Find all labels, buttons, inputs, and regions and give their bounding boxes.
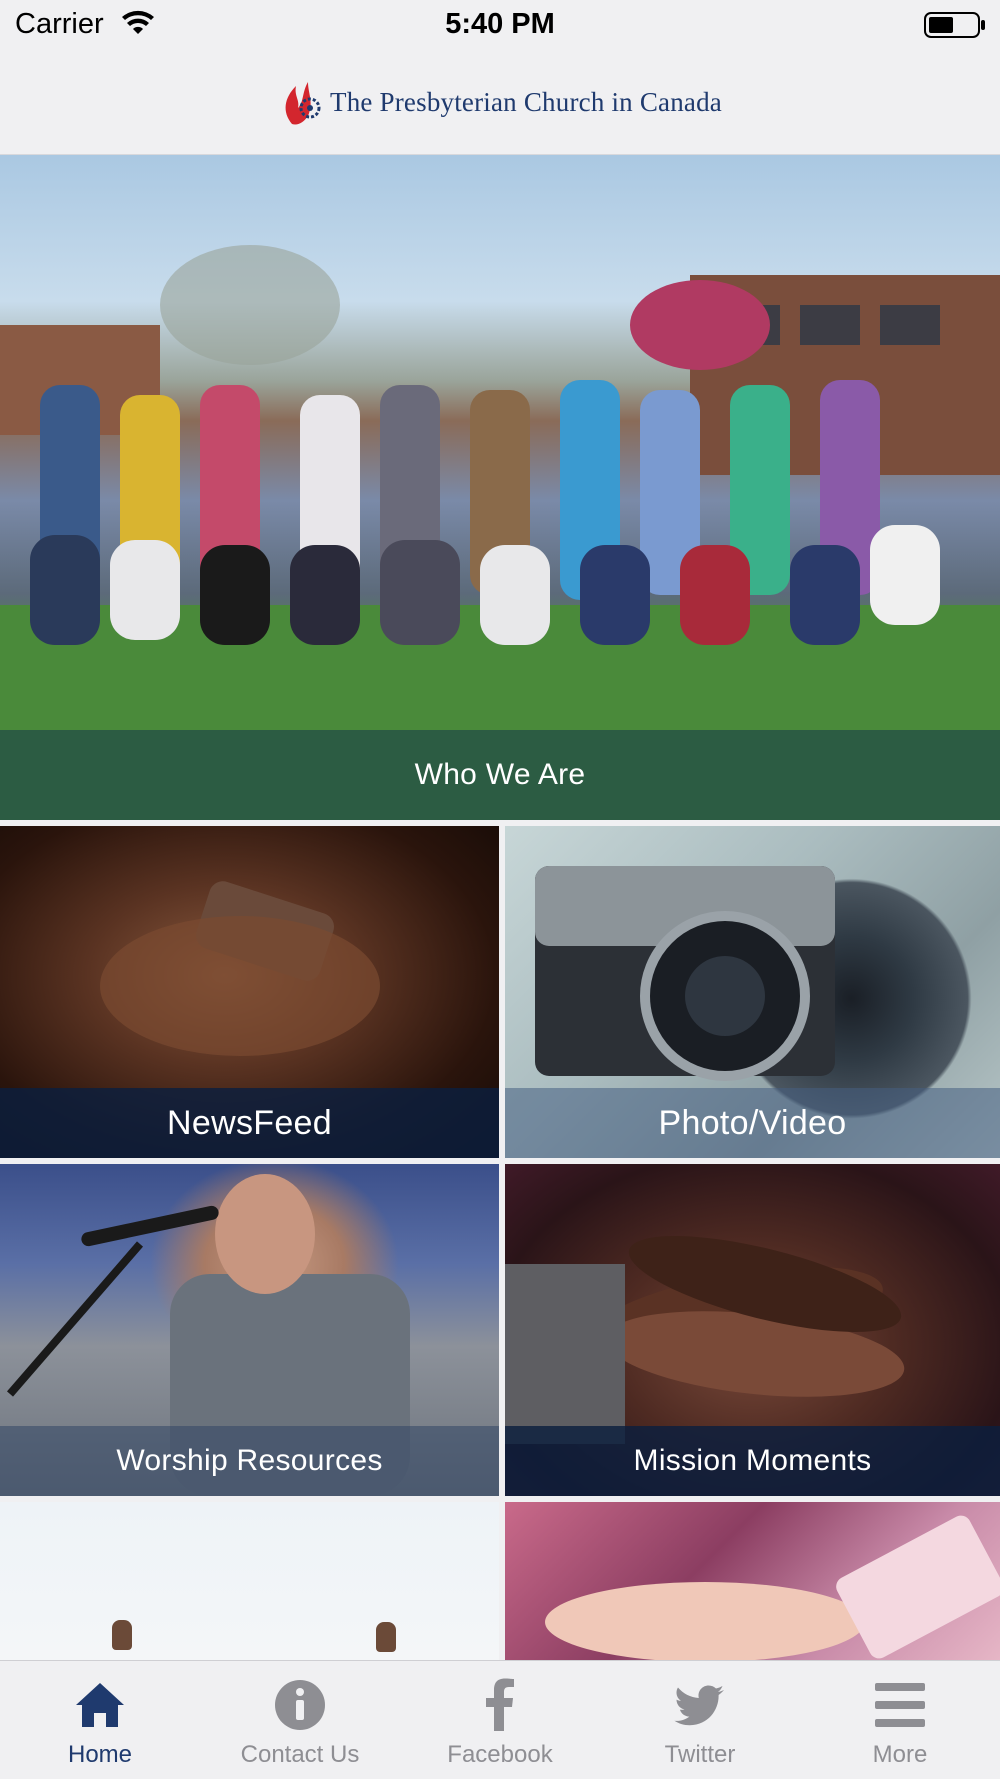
group-photo-illustration	[0, 245, 1000, 820]
raised-fist-left	[112, 1620, 132, 1650]
mission-moments-label: Mission Moments	[633, 1444, 872, 1477]
tab-twitter-label: Twitter	[664, 1741, 736, 1768]
raised-fist-right	[376, 1622, 396, 1652]
raised-fists-photo	[0, 1502, 499, 1660]
who-we-are-tile[interactable]: Who We Are	[0, 155, 1000, 820]
partial-tile-left[interactable]	[0, 1502, 499, 1660]
tab-more-label: More	[872, 1741, 928, 1768]
worship-resources-label: Worship Resources	[116, 1444, 383, 1477]
newsfeed-tile[interactable]: NewsFeed	[0, 826, 499, 1158]
partial-tile-right[interactable]	[505, 1502, 1000, 1660]
tab-more[interactable]: More	[800, 1661, 1000, 1779]
tab-contact-us-label: Contact Us	[240, 1741, 360, 1768]
worship-resources-caption-band: Worship Resources	[0, 1426, 499, 1496]
photo-video-label: Photo/Video	[658, 1103, 847, 1142]
tab-bar: Home Contact Us Facebook Twitter More	[0, 1660, 1000, 1779]
tab-contact-us[interactable]: Contact Us	[200, 1661, 400, 1779]
mission-moments-tile[interactable]: Mission Moments	[505, 1164, 1000, 1496]
status-time: 5:40 PM	[445, 8, 555, 40]
status-bar: Carrier 5:40 PM	[0, 0, 1000, 50]
church-logo-icon	[285, 82, 321, 125]
hand-phone-illustration	[545, 1515, 1000, 1660]
organization-name: The Presbyterian Church in Canada	[330, 86, 722, 117]
tab-twitter[interactable]: Twitter	[600, 1661, 800, 1779]
battery-icon	[924, 12, 985, 38]
app-header: The Presbyterian Church in Canada	[0, 50, 1000, 155]
worship-resources-tile[interactable]: Worship Resources	[0, 1164, 499, 1496]
twitter-icon	[674, 1685, 724, 1726]
who-we-are-label: Who We Are	[414, 758, 586, 791]
tab-facebook[interactable]: Facebook	[400, 1661, 600, 1779]
home-icon	[76, 1683, 124, 1727]
group-photo	[0, 155, 1000, 820]
newsfeed-label: NewsFeed	[167, 1103, 332, 1142]
tab-home[interactable]: Home	[0, 1661, 200, 1779]
tab-facebook-label: Facebook	[447, 1741, 553, 1768]
info-icon	[275, 1680, 325, 1730]
newsfeed-caption-band: NewsFeed	[0, 1088, 499, 1158]
menu-icon	[875, 1683, 925, 1727]
tab-home-label: Home	[67, 1741, 133, 1768]
facebook-icon	[486, 1678, 514, 1731]
hand-phone-photo	[505, 1502, 1000, 1660]
photo-video-tile[interactable]: Photo/Video	[505, 826, 1000, 1158]
who-we-are-caption-band: Who We Are	[0, 730, 1000, 820]
mission-moments-caption-band: Mission Moments	[505, 1426, 1000, 1496]
photo-video-caption-band: Photo/Video	[505, 1088, 1000, 1158]
